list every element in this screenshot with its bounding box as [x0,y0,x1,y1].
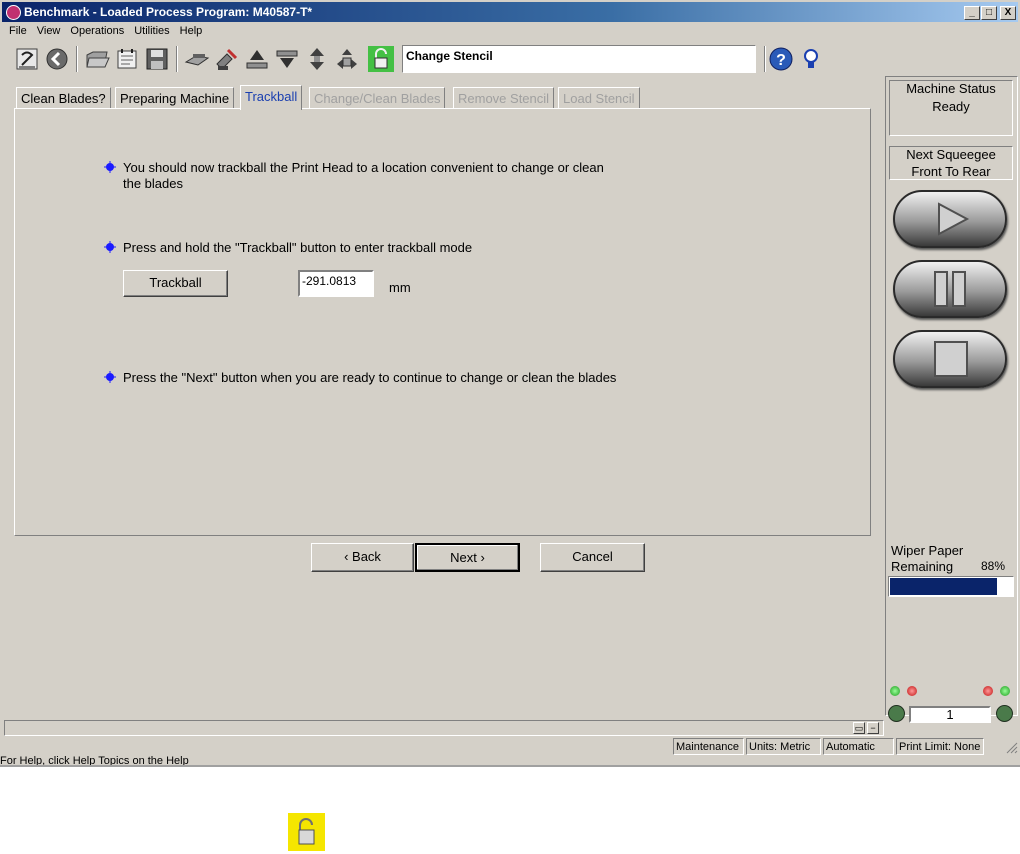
menu-file[interactable]: File [4,23,32,37]
tab-remove-stencil: Remove Stencil [453,87,555,109]
lower-icon[interactable] [274,46,300,72]
up-down-arrows-icon[interactable] [304,46,330,72]
unit-label: mm [389,280,411,295]
wiper-percent-label: 88% [981,559,1006,573]
cancel-button[interactable]: Cancel [540,543,645,572]
tab-preparing-machine[interactable]: Preparing Machine [115,87,235,109]
minimize-pane-icon[interactable]: − [867,722,879,734]
open-folder-icon[interactable] [84,46,110,72]
trackball-button[interactable]: Trackball [123,270,228,297]
notepad-icon[interactable] [114,46,140,72]
minimize-button[interactable]: _ [964,6,980,20]
close-button[interactable]: X [1000,6,1016,20]
back-button[interactable]: ‹ Back [311,543,414,572]
toolbar-separator [76,46,78,72]
play-icon [938,202,970,236]
left-lane-indicator-icon [888,705,905,722]
window-title: Benchmark - Loaded Process Program: M405… [24,5,313,19]
menu-view[interactable]: View [32,23,66,37]
bullet-icon [104,161,116,173]
svg-text:?: ? [776,52,786,69]
app-logo-icon [6,5,21,20]
status-mode: Maintenance [673,738,744,755]
next-squeegee-value: Front To Rear [911,164,991,179]
padlock-icon[interactable] [368,46,394,72]
background-divider [0,765,1020,767]
stop-icon [934,341,968,377]
menu-utilities[interactable]: Utilities [129,23,174,37]
wiper-progress-bar [888,576,1014,597]
status-print-limit: Print Limit: None [896,738,984,755]
restore-pane-icon[interactable]: ▭ [853,722,865,734]
tab-change-clean-blades: Change/Clean Blades [309,87,446,109]
tab-clean-blades[interactable]: Clean Blades? [16,87,111,109]
menu-operations[interactable]: Operations [65,23,129,37]
pause-button[interactable] [893,260,1007,318]
pause-icon [934,271,966,307]
background-help-hint-wrap: For Help, click Help Topics on the Help … [0,749,215,765]
bullet-icon [104,241,116,253]
tools-icon[interactable] [214,46,240,72]
status-led-green-icon [890,686,900,696]
resize-grip-icon[interactable] [1004,740,1018,754]
application-window: Benchmark - Loaded Process Program: M405… [0,0,1020,765]
raise-icon[interactable] [244,46,270,72]
menu-bar: File View Operations Utilities Help [4,23,207,41]
home-icon[interactable] [14,46,40,72]
toolbar-separator [176,46,178,72]
menu-help[interactable]: Help [175,23,208,37]
background-padlock-icon[interactable] [288,813,325,851]
next-squeegee-box: Next Squeegee Front To Rear [889,146,1013,180]
tab-trackball[interactable]: Trackball [240,85,303,110]
stop-button[interactable] [893,330,1007,388]
instruction-step-1: You should now trackball the Print Head … [123,160,604,191]
message-strip [4,720,884,736]
machine-status-title: Machine Status [906,81,996,96]
load-board-icon[interactable] [184,46,210,72]
status-operation: Automatic [823,738,894,755]
title-bar[interactable]: Benchmark - Loaded Process Program: M405… [2,2,1018,22]
back-arrow-icon[interactable] [44,46,70,72]
wiper-remaining-label: Remaining [891,559,954,574]
next-button[interactable]: Next › [415,543,520,572]
toolbar-separator [764,46,766,72]
play-button[interactable] [893,190,1007,248]
lightbulb-icon[interactable] [798,46,824,72]
current-task-field: Change Stencil [402,45,756,73]
machine-status-value: Ready [932,99,970,114]
background-help-hint: For Help, click Help Topics on the Help … [0,755,189,765]
align-icon[interactable] [334,46,360,72]
machine-status-box: Machine Status Ready [889,80,1013,136]
board-counter-field: 1 [909,706,991,723]
instruction-step-2: Press and hold the "Trackball" button to… [123,240,473,255]
status-led-red-icon [907,686,917,696]
next-squeegee-title: Next Squeegee [906,147,996,162]
right-lane-indicator-icon [996,705,1013,722]
position-field[interactable]: -291.0813 [298,270,374,297]
maximize-button[interactable]: □ [981,6,997,20]
save-icon[interactable] [144,46,170,72]
help-icon[interactable]: ? [768,46,794,72]
status-led-green-icon [1000,686,1010,696]
bullet-icon [104,371,116,383]
status-units: Units: Metric [746,738,821,755]
wiper-paper-label: Wiper Paper [891,543,964,558]
tab-load-stencil: Load Stencil [558,87,640,109]
status-led-red-icon [983,686,993,696]
wiper-progress-fill [890,578,997,595]
instruction-step-3: Press the "Next" button when you are rea… [123,370,617,385]
